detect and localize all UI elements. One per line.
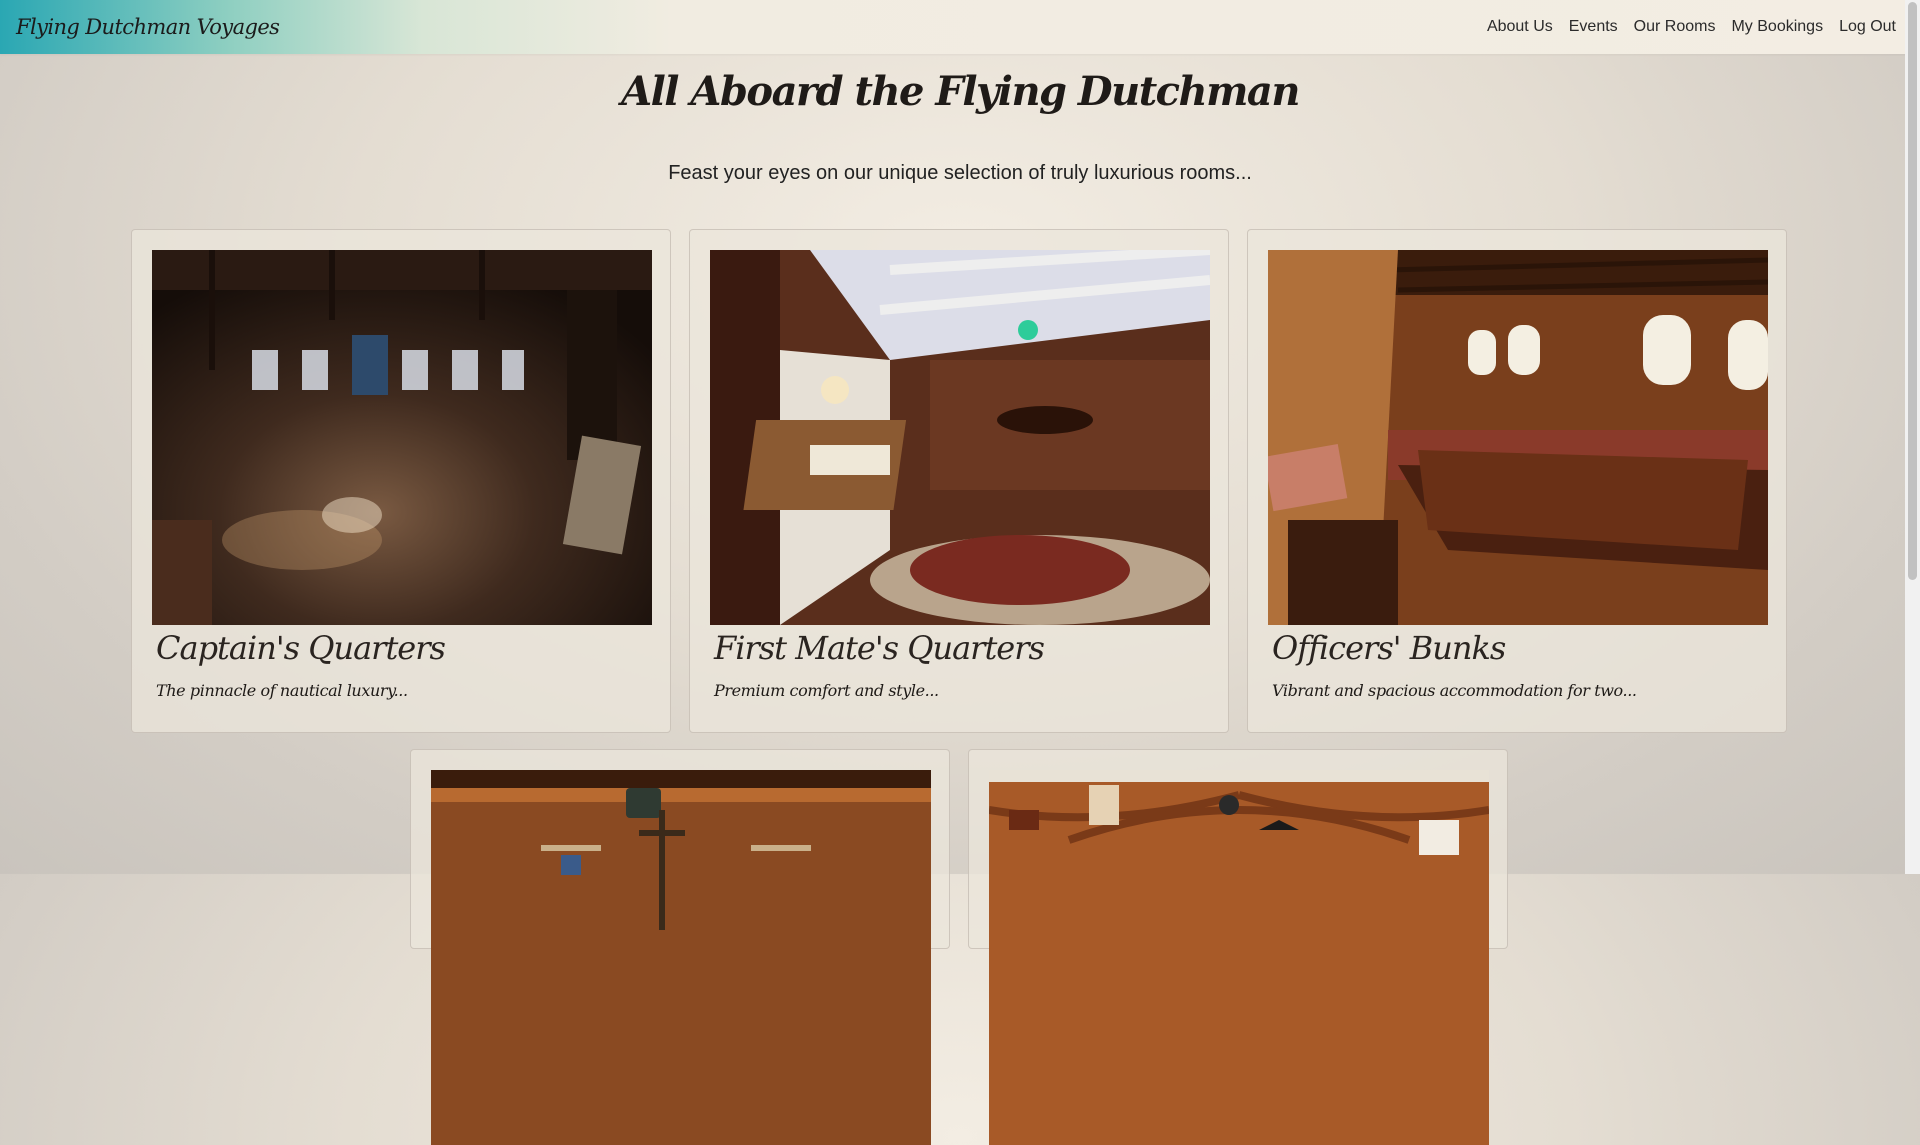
room-description: Premium comfort and style... xyxy=(714,681,939,700)
scrollbar-thumb[interactable] xyxy=(1908,2,1917,580)
page-scrollbar[interactable] xyxy=(1905,0,1920,874)
nav-log-out[interactable]: Log Out xyxy=(1839,18,1896,36)
nav-events[interactable]: Events xyxy=(1569,18,1618,36)
room-card-officers-bunks[interactable]: Officers' Bunks Vibrant and spacious acc… xyxy=(1247,229,1787,733)
navbar: Flying Dutchman Voyages About Us Events … xyxy=(0,0,1920,54)
room-card-first-mates-quarters[interactable]: First Mate's Quarters Premium comfort an… xyxy=(689,229,1229,733)
room-card-4[interactable] xyxy=(410,749,950,1145)
nav-links: About Us Events Our Rooms My Bookings Lo… xyxy=(1487,18,1896,36)
nav-about-us[interactable]: About Us xyxy=(1487,18,1553,36)
room-card-5[interactable] xyxy=(968,749,1508,1145)
nav-our-rooms[interactable]: Our Rooms xyxy=(1634,18,1716,36)
room-title: First Mate's Quarters xyxy=(714,629,1045,667)
page-tagline: Feast your eyes on our unique selection … xyxy=(668,162,1252,184)
brand-logo[interactable]: Flying Dutchman Voyages xyxy=(16,15,280,39)
room-description: The pinnacle of nautical luxury... xyxy=(156,681,408,700)
room-card-captains-quarters[interactable]: Captain's Quarters The pinnacle of nauti… xyxy=(131,229,671,733)
room-image-5 xyxy=(989,770,1489,1145)
room-image-officers-bunks xyxy=(1268,250,1768,625)
room-image-4 xyxy=(431,770,931,1145)
room-image-captains-quarters xyxy=(152,250,652,625)
room-title: Officers' Bunks xyxy=(1272,629,1506,667)
page-title: All Aboard the Flying Dutchman xyxy=(621,68,1300,115)
nav-my-bookings[interactable]: My Bookings xyxy=(1731,18,1823,36)
room-title: Captain's Quarters xyxy=(156,629,446,667)
room-image-first-mates-quarters xyxy=(710,250,1210,625)
room-description: Vibrant and spacious accommodation for t… xyxy=(1272,681,1637,700)
